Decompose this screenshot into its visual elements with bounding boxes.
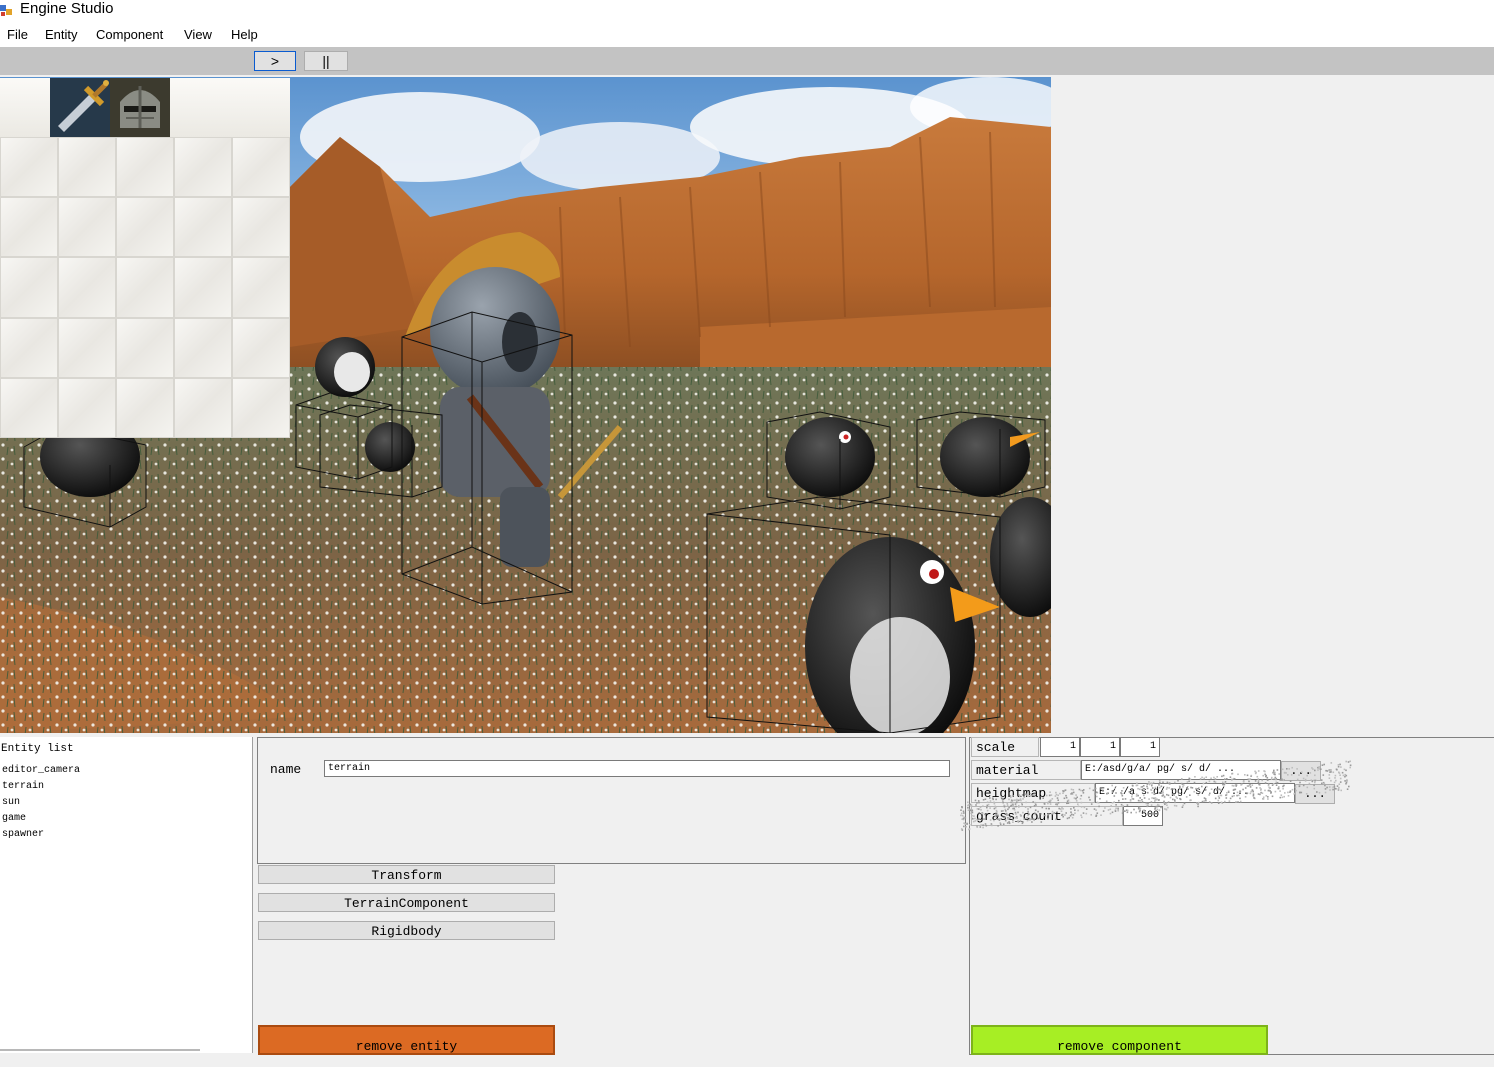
material-path-input[interactable]: E:/asd/g/a/ pg/ s/ d/ ... [1081, 760, 1281, 780]
inventory-slot[interactable] [174, 257, 232, 318]
inventory-slot[interactable] [232, 317, 290, 378]
title-bar: Engine Studio [0, 0, 1494, 22]
scale-x-input[interactable]: 1 [1040, 737, 1080, 757]
inventory-slot[interactable] [0, 137, 58, 198]
inventory-slot[interactable] [116, 377, 174, 438]
transform-component-button[interactable]: Transform [258, 865, 555, 884]
entity-item-game[interactable]: game [2, 811, 26, 827]
inventory-panel [0, 78, 290, 438]
menu-bar: File Entity Component View Help [0, 22, 1494, 47]
inventory-slot[interactable] [116, 197, 174, 258]
rigidbody-component-button[interactable]: Rigidbody [258, 921, 555, 940]
heightmap-browse-button[interactable]: ... [1295, 784, 1335, 804]
inventory-slot[interactable] [116, 317, 174, 378]
inventory-slot[interactable] [116, 257, 174, 318]
toolbar: > || [0, 47, 1494, 75]
sword-icon[interactable] [50, 78, 110, 137]
inventory-slot[interactable] [232, 257, 290, 318]
terrain-component-button[interactable]: TerrainComponent [258, 893, 555, 912]
pause-button[interactable]: || [304, 51, 348, 71]
heightmap-path-input[interactable]: E:/ /a s d/ pg/ s/ d/ ... [1095, 783, 1295, 803]
entity-item-sun[interactable]: sun [2, 795, 20, 811]
entity-properties-panel: name terrain [257, 737, 966, 864]
entity-name-input[interactable]: terrain [324, 760, 950, 777]
remove-component-button[interactable]: remove component [971, 1025, 1268, 1055]
menu-view[interactable]: View [184, 22, 212, 47]
inventory-slot[interactable] [174, 377, 232, 438]
grass-count-input[interactable]: 500 [1123, 806, 1163, 826]
inventory-slot[interactable] [232, 377, 290, 438]
inventory-slot[interactable] [232, 137, 290, 198]
window-title: Engine Studio [20, 0, 114, 17]
inventory-slot[interactable] [232, 197, 290, 258]
inventory-slot[interactable] [0, 377, 58, 438]
material-label: material [971, 760, 1081, 780]
inventory-slot[interactable] [58, 317, 116, 378]
inventory-slot[interactable] [0, 257, 58, 318]
menu-file[interactable]: File [7, 22, 28, 47]
remove-entity-button[interactable]: remove entity [258, 1025, 555, 1055]
scrollbar-track[interactable] [0, 1049, 200, 1051]
play-button[interactable]: > [254, 51, 296, 71]
inventory-slot[interactable] [58, 377, 116, 438]
material-browse-button[interactable]: ... [1281, 761, 1321, 781]
menu-entity[interactable]: Entity [45, 22, 78, 47]
inventory-slot[interactable] [58, 197, 116, 258]
inventory-slot[interactable] [58, 257, 116, 318]
scale-y-input[interactable]: 1 [1080, 737, 1120, 757]
heightmap-label: heightmap [971, 783, 1095, 803]
entity-list-header: Entity list [1, 743, 74, 755]
inventory-grid [0, 137, 290, 438]
entity-item-editor-camera[interactable]: editor_camera [2, 763, 80, 779]
menu-help[interactable]: Help [231, 22, 258, 47]
inventory-slot[interactable] [0, 197, 58, 258]
name-label: name [270, 762, 302, 777]
grass-count-label: grass_count [971, 806, 1123, 826]
inventory-slot[interactable] [174, 197, 232, 258]
scale-label: scale [971, 737, 1039, 757]
app-icon [0, 5, 12, 16]
inventory-slot[interactable] [58, 137, 116, 198]
entity-list-panel: Entity list editor_camera terrain sun ga… [0, 737, 253, 1053]
helmet-icon[interactable] [110, 78, 170, 137]
inventory-slot[interactable] [0, 317, 58, 378]
inventory-slot[interactable] [116, 137, 174, 198]
menu-component[interactable]: Component [96, 22, 163, 47]
entity-item-terrain[interactable]: terrain [2, 779, 44, 795]
inventory-slot[interactable] [174, 137, 232, 198]
inventory-slot[interactable] [174, 317, 232, 378]
entity-item-spawner[interactable]: spawner [2, 827, 44, 843]
scale-z-input[interactable]: 1 [1120, 737, 1160, 757]
